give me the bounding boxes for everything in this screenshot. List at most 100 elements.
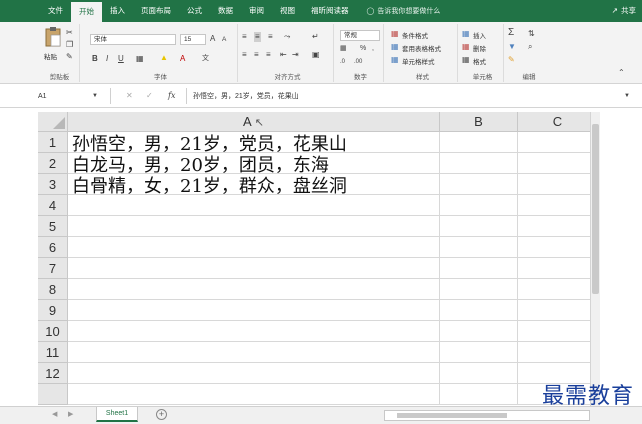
- row-header[interactable]: 9: [38, 300, 68, 321]
- row-header[interactable]: 12: [38, 363, 68, 384]
- grid-cell[interactable]: [518, 258, 590, 279]
- grid-cell[interactable]: [518, 279, 590, 300]
- prev-sheet-icon[interactable]: ◀: [52, 410, 57, 420]
- grid-cell[interactable]: [68, 342, 440, 363]
- cell-style-button[interactable]: 单元格样式: [402, 56, 435, 66]
- row-header[interactable]: [38, 384, 68, 405]
- column-header-b[interactable]: B: [440, 112, 518, 132]
- grid-cell[interactable]: [68, 258, 440, 279]
- grid-cell[interactable]: [68, 216, 440, 237]
- font-color-icon[interactable]: A: [180, 54, 185, 64]
- row-header[interactable]: 1: [38, 132, 68, 153]
- tab-page-layout[interactable]: 页面布局: [133, 0, 179, 22]
- underline-icon[interactable]: U: [118, 54, 124, 64]
- grid-cell[interactable]: [518, 342, 590, 363]
- cell-a1[interactable]: 孙悟空，男，21岁，党员，花果山: [72, 133, 347, 155]
- column-header-a[interactable]: A ↖: [68, 112, 440, 132]
- tab-file[interactable]: 文件: [40, 0, 71, 22]
- grid-cell[interactable]: [440, 153, 518, 174]
- tab-view[interactable]: 视图: [272, 0, 303, 22]
- horizontal-scroll-thumb[interactable]: [397, 413, 507, 418]
- decrease-decimal-icon[interactable]: .00: [354, 57, 362, 67]
- cell-a2[interactable]: 白龙马，男，20岁，团员，东海: [72, 154, 329, 176]
- phonetic-icon[interactable]: 文: [202, 54, 209, 64]
- tell-me-search[interactable]: ◯ 告诉我你想要做什么: [357, 6, 441, 16]
- tab-formulas[interactable]: 公式: [179, 0, 210, 22]
- grid-cell[interactable]: [440, 363, 518, 384]
- vertical-scroll-thumb[interactable]: [592, 124, 599, 294]
- decrease-font-icon[interactable]: A: [222, 35, 226, 45]
- format-cells-button[interactable]: 格式: [473, 56, 486, 66]
- format-painter-icon[interactable]: ✎: [66, 52, 73, 62]
- align-right-icon[interactable]: ≡: [266, 50, 271, 60]
- row-header[interactable]: 8: [38, 279, 68, 300]
- row-header[interactable]: 4: [38, 195, 68, 216]
- align-bottom-icon[interactable]: ≡: [268, 32, 273, 42]
- insert-function-icon[interactable]: fx: [168, 91, 175, 101]
- font-name-select[interactable]: 宋体: [90, 34, 176, 45]
- grid-cell[interactable]: [518, 216, 590, 237]
- next-sheet-icon[interactable]: ▶: [68, 410, 73, 420]
- increase-decimal-icon[interactable]: .0: [340, 57, 345, 67]
- grid-cell[interactable]: [440, 300, 518, 321]
- expand-formula-icon[interactable]: ▼: [624, 91, 630, 101]
- font-size-select[interactable]: 15: [180, 34, 206, 45]
- select-all-corner[interactable]: [38, 112, 68, 132]
- grid-cell[interactable]: [440, 342, 518, 363]
- add-sheet-icon[interactable]: +: [156, 409, 167, 420]
- align-center-icon[interactable]: ≡: [254, 50, 259, 60]
- enter-icon[interactable]: ✓: [146, 91, 153, 101]
- grid-cell[interactable]: [440, 132, 518, 153]
- grid-cell[interactable]: [518, 195, 590, 216]
- name-box[interactable]: A1: [38, 90, 100, 103]
- merge-center-icon[interactable]: ▣: [312, 50, 320, 60]
- grid-cell[interactable]: [68, 300, 440, 321]
- row-header[interactable]: 6: [38, 237, 68, 258]
- insert-cells-button[interactable]: 插入: [473, 30, 486, 40]
- sort-filter-icon[interactable]: ⇅: [528, 29, 535, 39]
- increase-indent-icon[interactable]: ⇥: [292, 50, 299, 60]
- tab-foxit-reader[interactable]: 福昕阅读器: [303, 0, 357, 22]
- copy-icon[interactable]: ❐: [66, 40, 73, 50]
- wrap-text-icon[interactable]: ↵: [312, 32, 319, 42]
- fill-color-icon[interactable]: ▲: [160, 53, 168, 63]
- comma-icon[interactable]: ,: [372, 44, 374, 54]
- grid-cell[interactable]: [440, 321, 518, 342]
- decrease-indent-icon[interactable]: ⇤: [280, 50, 287, 60]
- autosum-icon[interactable]: Σ: [508, 28, 514, 38]
- row-header[interactable]: 5: [38, 216, 68, 237]
- formula-input[interactable]: 孙悟空，男，21岁，党员，花果山: [193, 90, 299, 103]
- row-header[interactable]: 10: [38, 321, 68, 342]
- delete-cells-button[interactable]: 删除: [473, 43, 486, 53]
- grid-cell[interactable]: [440, 384, 518, 405]
- grid-cell[interactable]: [518, 132, 590, 153]
- align-middle-icon[interactable]: ≡: [254, 32, 261, 42]
- cancel-icon[interactable]: ✕: [126, 91, 133, 101]
- share-button[interactable]: ↗ 共享: [612, 0, 636, 22]
- percent-icon[interactable]: %: [360, 44, 366, 54]
- vertical-scrollbar[interactable]: [590, 112, 600, 406]
- tab-review[interactable]: 审阅: [241, 0, 272, 22]
- grid-cell[interactable]: [68, 237, 440, 258]
- borders-icon[interactable]: ▦: [136, 54, 144, 64]
- row-header[interactable]: 3: [38, 174, 68, 195]
- grid-cell[interactable]: [440, 279, 518, 300]
- grid-cell[interactable]: [518, 174, 590, 195]
- paste-icon[interactable]: [44, 26, 62, 48]
- grid-cell[interactable]: [518, 321, 590, 342]
- increase-font-icon[interactable]: A: [210, 34, 215, 44]
- bold-icon[interactable]: B: [92, 54, 98, 64]
- tab-home[interactable]: 开始: [71, 2, 102, 22]
- clear-icon[interactable]: ✎: [508, 55, 515, 65]
- conditional-format-button[interactable]: 条件格式: [402, 30, 428, 40]
- cell-a3[interactable]: 白骨精，女，21岁，群众，盘丝洞: [72, 175, 347, 197]
- collapse-ribbon-icon[interactable]: ⌃: [618, 68, 625, 78]
- grid-cell[interactable]: [68, 363, 440, 384]
- accounting-icon[interactable]: ▦: [340, 44, 347, 54]
- row-header[interactable]: 7: [38, 258, 68, 279]
- grid-cell[interactable]: [440, 195, 518, 216]
- row-header[interactable]: 11: [38, 342, 68, 363]
- tab-insert[interactable]: 插入: [102, 0, 133, 22]
- orientation-icon[interactable]: ⤳: [284, 32, 290, 42]
- grid-cell[interactable]: [440, 237, 518, 258]
